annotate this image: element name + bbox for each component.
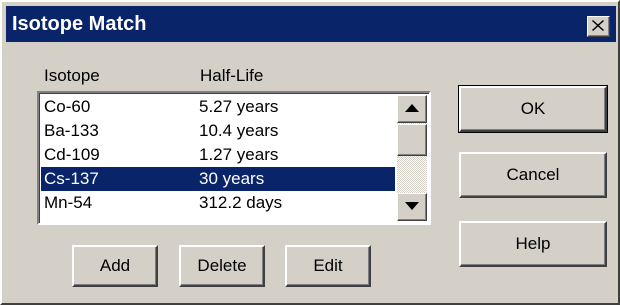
delete-button[interactable]: Delete (179, 245, 265, 287)
arrow-up-icon (405, 104, 419, 112)
close-button[interactable] (587, 16, 610, 37)
add-button[interactable]: Add (72, 245, 158, 287)
vertical-scrollbar[interactable] (397, 95, 427, 221)
list-item[interactable]: Cd-109 1.27 years (41, 143, 395, 167)
close-icon (592, 20, 604, 31)
half-life-value: 30 years (199, 169, 265, 188)
scroll-thumb[interactable] (397, 124, 427, 156)
half-life-value: 5.27 years (199, 97, 279, 116)
list-item[interactable]: Ba-133 10.4 years (41, 119, 395, 143)
half-life-value: 312.2 days (199, 193, 283, 212)
list-item-selected[interactable]: Cs-137 30 years (41, 167, 395, 191)
edit-button[interactable]: Edit (285, 245, 371, 287)
isotope-match-dialog: Isotope Match Isotope Half-Life Co-60 5.… (0, 0, 620, 305)
scroll-down-button[interactable] (397, 193, 427, 221)
scroll-up-button[interactable] (397, 95, 427, 123)
column-header-half-life: Half-Life (200, 66, 264, 85)
list-item[interactable]: Mn-54 312.2 days (41, 191, 395, 215)
arrow-down-icon (405, 202, 419, 210)
list-item[interactable]: Co-60 5.27 years (41, 95, 395, 119)
cancel-button[interactable]: Cancel (459, 152, 607, 198)
column-header-isotope: Isotope (44, 66, 100, 85)
title-bar[interactable]: Isotope Match (6, 6, 616, 42)
isotope-name: Mn-54 (44, 193, 93, 212)
half-life-value: 1.27 years (199, 145, 279, 164)
half-life-value: 10.4 years (199, 121, 279, 140)
isotope-name: Co-60 (44, 97, 91, 116)
isotope-name: Ba-133 (44, 121, 99, 140)
window-title: Isotope Match (12, 13, 147, 35)
help-button[interactable]: Help (459, 221, 607, 267)
isotope-listbox[interactable]: Co-60 5.27 years Ba-133 10.4 years Cd-10… (37, 91, 431, 225)
isotope-name: Cs-137 (44, 169, 99, 188)
ok-button[interactable]: OK (458, 85, 608, 133)
isotope-name: Cd-109 (44, 145, 100, 164)
isotope-list: Co-60 5.27 years Ba-133 10.4 years Cd-10… (41, 95, 395, 215)
